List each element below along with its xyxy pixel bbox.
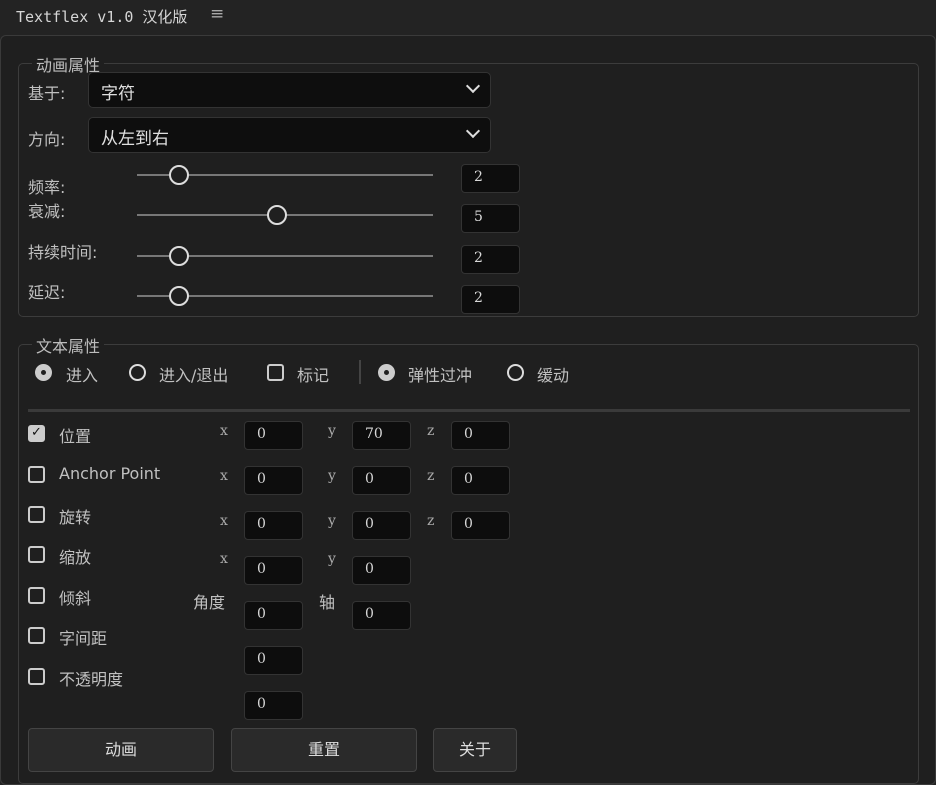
direction-select[interactable]: 从左到右 xyxy=(88,117,491,153)
property-label: 位置 xyxy=(59,427,92,446)
value-input[interactable]: 0 xyxy=(244,601,303,630)
direction-value: 从左到右 xyxy=(101,129,169,149)
property-checkbox[interactable]: ✓ xyxy=(28,425,45,442)
angle-label: 角度 xyxy=(193,593,226,612)
text-legend: 文本属性 xyxy=(32,333,105,357)
axis-label: x xyxy=(220,423,228,439)
value-input[interactable]: 0 xyxy=(451,511,510,540)
slider-knob[interactable] xyxy=(168,246,189,266)
property-checkbox[interactable] xyxy=(28,466,45,483)
slider-track[interactable] xyxy=(137,246,433,266)
slider-label: 衰减: xyxy=(28,202,66,221)
option-label: 弹性过冲 xyxy=(408,366,473,385)
hamburger-icon[interactable]: ≡ xyxy=(210,4,224,24)
option-label: 进入 xyxy=(66,366,99,385)
property-label: 缩放 xyxy=(59,548,92,567)
axis-label: z xyxy=(427,468,435,484)
property-label: 字间距 xyxy=(59,629,108,648)
value-input[interactable]: 0 xyxy=(244,421,303,450)
separator xyxy=(28,409,910,412)
radio-0[interactable] xyxy=(35,364,52,381)
based-value: 字符 xyxy=(101,84,135,104)
value-input[interactable]: 0 xyxy=(352,511,411,540)
axis-label: z xyxy=(427,513,435,529)
checkbox-2[interactable] xyxy=(267,364,284,381)
property-checkbox[interactable] xyxy=(28,587,45,604)
slider-label: 延迟: xyxy=(28,283,66,302)
slider-knob[interactable] xyxy=(168,165,189,185)
option-label: 缓动 xyxy=(537,366,570,385)
value-input[interactable]: 0 xyxy=(244,646,303,675)
axis-label: z xyxy=(427,423,435,439)
value-input[interactable]: 0 xyxy=(244,691,303,720)
axis-label: y xyxy=(328,551,336,567)
radio-3[interactable] xyxy=(378,364,395,381)
divider xyxy=(359,360,361,384)
radio-4[interactable] xyxy=(507,364,524,381)
slider-value-input[interactable]: 2 xyxy=(461,285,520,314)
direction-label: 方向: xyxy=(28,130,66,149)
based-label: 基于: xyxy=(28,84,66,103)
value-input[interactable]: 0 xyxy=(451,466,510,495)
based-select[interactable]: 字符 xyxy=(88,72,491,108)
property-label: 倾斜 xyxy=(59,589,92,608)
about-button[interactable]: 关于 xyxy=(433,728,517,772)
axis-label: x xyxy=(220,468,228,484)
property-label: 不透明度 xyxy=(59,670,124,689)
slider-track[interactable] xyxy=(137,205,433,225)
option-label: 标记 xyxy=(297,366,330,385)
chevron-down-icon xyxy=(465,78,481,94)
axis-label: x xyxy=(220,551,228,567)
property-checkbox[interactable] xyxy=(28,506,45,523)
slider-label: 频率: xyxy=(28,178,66,197)
axis-label: y xyxy=(328,423,336,439)
axis-label: x xyxy=(220,513,228,529)
slider-knob[interactable] xyxy=(168,286,189,306)
value-input[interactable]: 0 xyxy=(244,511,303,540)
slider-track[interactable] xyxy=(137,286,433,306)
axis-label: y xyxy=(328,513,336,529)
animate-button[interactable]: 动画 xyxy=(28,728,214,772)
slider-value-input[interactable]: 5 xyxy=(461,204,520,233)
radio-1[interactable] xyxy=(129,364,146,381)
value-input[interactable]: 0 xyxy=(244,466,303,495)
axis-label: 轴 xyxy=(319,593,336,612)
chevron-down-icon xyxy=(465,123,481,139)
value-input[interactable]: 0 xyxy=(352,556,411,585)
value-input[interactable]: 0 xyxy=(451,421,510,450)
value-input[interactable]: 0 xyxy=(244,556,303,585)
property-checkbox[interactable] xyxy=(28,668,45,685)
slider-track[interactable] xyxy=(137,165,433,185)
slider-value-input[interactable]: 2 xyxy=(461,245,520,274)
app-title: Textflex v1.0 汉化版 xyxy=(16,8,188,26)
property-label: Anchor Point xyxy=(59,464,161,483)
property-label: 旋转 xyxy=(59,508,92,527)
property-checkbox[interactable] xyxy=(28,627,45,644)
axis-label: y xyxy=(328,468,336,484)
slider-label: 持续时间: xyxy=(28,243,98,262)
option-label: 进入/退出 xyxy=(159,366,229,385)
value-input[interactable]: 0 xyxy=(352,466,411,495)
property-checkbox[interactable] xyxy=(28,546,45,563)
slider-value-input[interactable]: 2 xyxy=(461,164,520,193)
reset-button[interactable]: 重置 xyxy=(231,728,417,772)
value-input[interactable]: 70 xyxy=(352,421,411,450)
value-input[interactable]: 0 xyxy=(352,601,411,630)
